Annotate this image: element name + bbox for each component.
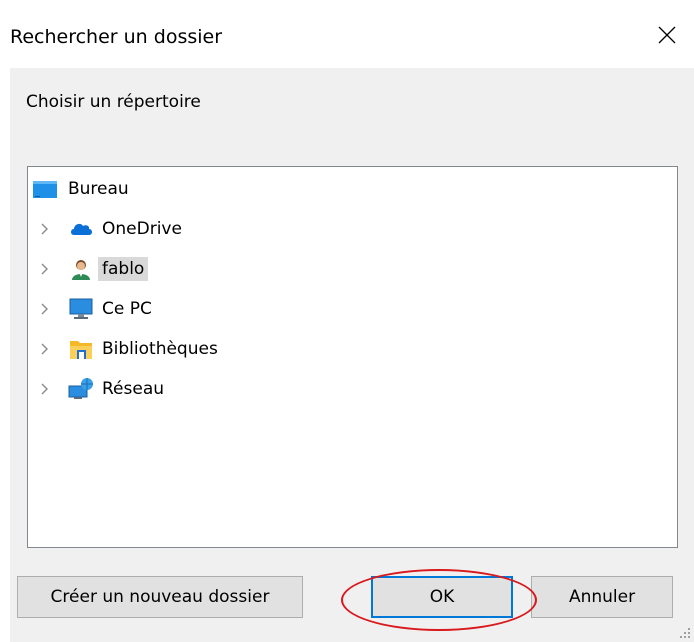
instruction-text: Choisir un répertoire [26,92,201,112]
cancel-button[interactable]: Annuler [531,576,673,618]
tree-item-label: Bibliothèques [102,339,218,359]
close-button[interactable] [640,12,694,58]
tree-item-fablo[interactable]: fablo [28,251,677,287]
chevron-right-icon[interactable] [38,262,52,276]
tree-item-bibliotheques[interactable]: Bibliothèques [28,331,677,367]
tree-item-label: Ce PC [102,299,152,319]
desktop-icon [33,181,57,198]
tree-item-label: OneDrive [102,219,182,239]
tree-item-label: fablo [98,257,149,281]
user-folder-icon [72,260,90,280]
libraries-icon [70,341,92,359]
tree-item-onedrive[interactable]: OneDrive [28,211,677,247]
tree-item-label: Réseau [102,379,165,399]
folder-tree[interactable]: Bureau OneDrive fablo Ce PC Bibliothèque… [27,166,678,548]
new-folder-button[interactable]: Créer un nouveau dossier [17,576,303,618]
chevron-right-icon[interactable] [38,222,52,236]
tree-item-bureau[interactable]: Bureau [28,171,677,207]
ok-button[interactable]: OK [371,576,513,618]
chevron-right-icon[interactable] [38,342,52,356]
tree-item-ce-pc[interactable]: Ce PC [28,291,677,327]
onedrive-cloud-icon [71,223,92,235]
title-bar: Rechercher un dossier [0,0,694,68]
tree-item-label: Bureau [68,179,129,199]
chevron-right-icon[interactable] [38,302,52,316]
dialog-title: Rechercher un dossier [10,26,223,48]
close-icon [658,26,676,44]
resize-grip-icon[interactable] [679,627,691,639]
computer-icon [69,298,93,319]
chevron-right-icon[interactable] [38,382,52,396]
network-icon [68,378,93,399]
tree-item-reseau[interactable]: Réseau [28,371,677,407]
